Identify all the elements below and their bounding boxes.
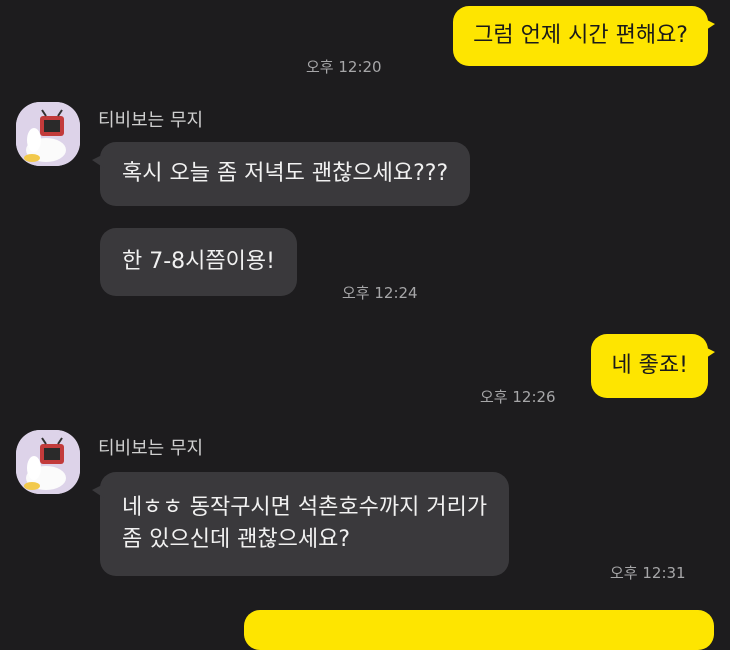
their-message-bubble[interactable]: 네ㅎㅎ 동작구시면 석촌호수까지 거리가 좀 있으신데 괜찮으세요? [91,472,510,576]
contact-name: 티비보는 무지 [98,438,204,459]
my-message-bubble-partial[interactable] [244,610,714,650]
message-timestamp: 오후 12:26 [480,388,556,406]
contact-name: 티비보는 무지 [98,110,204,131]
message-text-line: 네ㅎㅎ 동작구시면 석촌호수까지 거리가 [122,495,488,520]
contact-avatar[interactable] [16,102,80,166]
muzi-watching-tv-icon [16,430,80,494]
message-text-line: 좀 있으신데 괜찮으세요? [122,527,351,552]
message-timestamp: 오후 12:20 [306,58,382,76]
contact-avatar[interactable] [16,430,80,494]
their-message-bubble[interactable]: 혹시 오늘 좀 저녁도 괜찮으세요??? [91,142,471,206]
message-timestamp: 오후 12:31 [610,564,686,582]
their-message-bubble[interactable]: 한 7-8시쯤이용! [100,228,297,296]
message-timestamp: 오후 12:24 [342,284,418,302]
my-message-bubble[interactable]: 그럼 언제 시간 편해요? [453,6,715,66]
muzi-watching-tv-icon [16,102,80,166]
my-message-bubble[interactable]: 네 좋죠! [591,334,715,398]
